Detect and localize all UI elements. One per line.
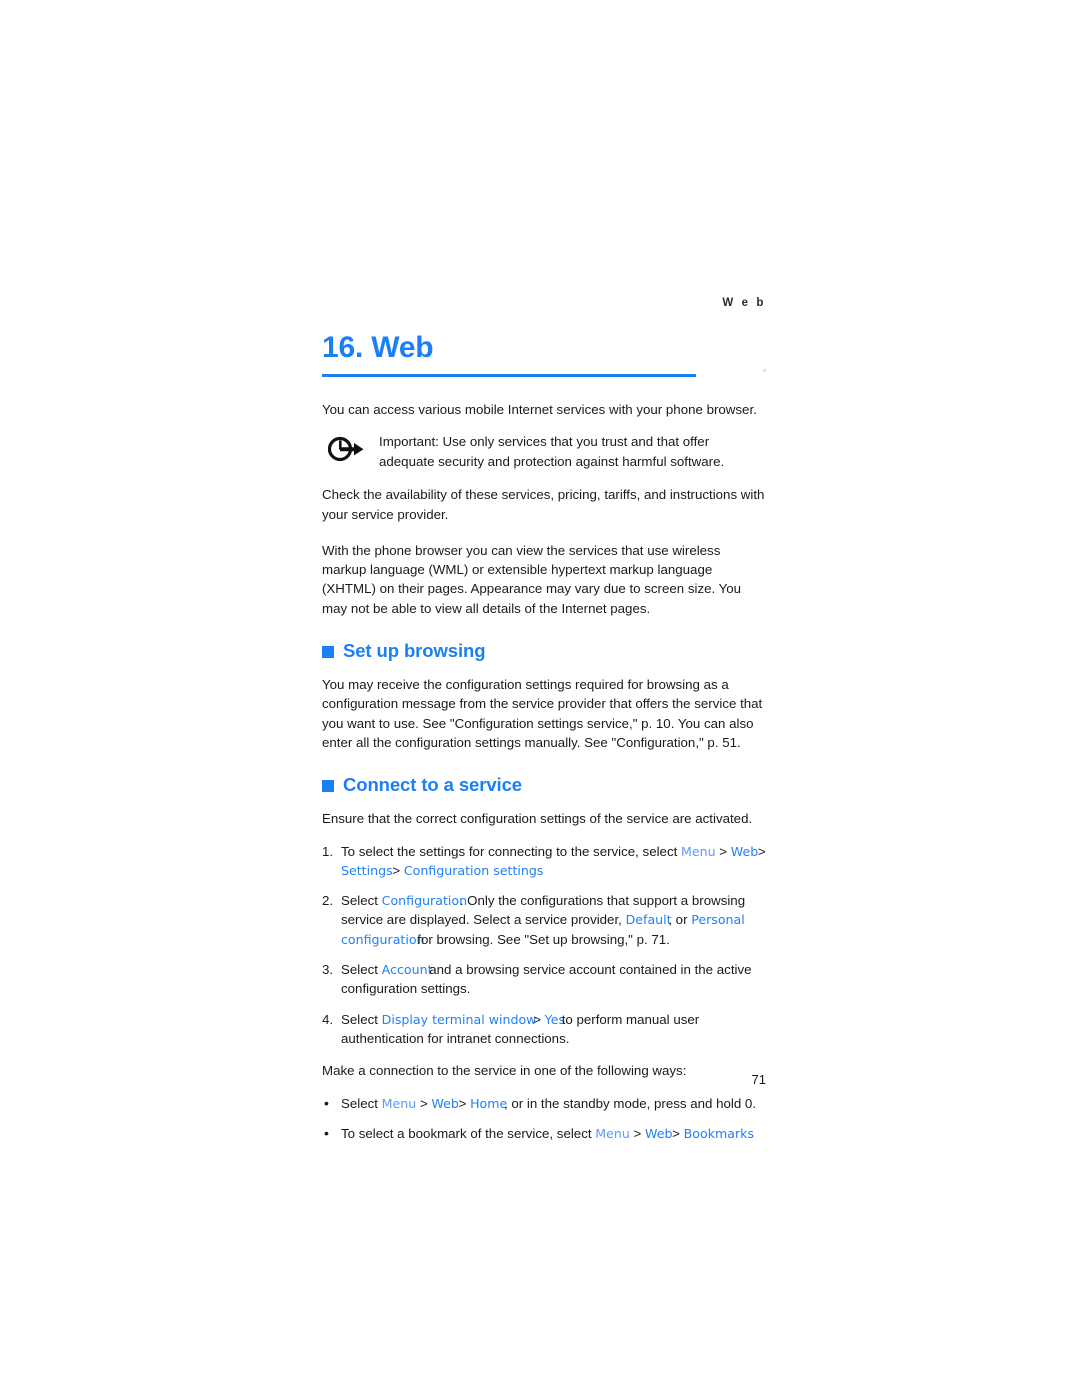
chapter-title: 16. Web [322, 331, 434, 364]
step-text: Select [341, 962, 378, 978]
list-marker: 2. [322, 893, 334, 909]
list-item: • Select Menu > Web > Home , or in the s… [322, 1094, 768, 1113]
connect-steps-list: 1. To select the settings for connecting… [322, 842, 768, 1049]
path-separator: > [458, 1095, 467, 1111]
page-number: 71 [751, 1072, 766, 1087]
intro-paragraph: You can access various mobile Internet s… [322, 402, 757, 417]
bullet-marker: • [324, 1094, 329, 1111]
path-separator: > [757, 843, 766, 859]
square-bullet-icon [322, 780, 334, 793]
way-text: Select [341, 1095, 378, 1111]
circle-arrow-icon [326, 434, 366, 464]
ui-ref-web[interactable]: Web [431, 1096, 458, 1111]
step-text: , or [668, 912, 688, 928]
ui-ref-settings[interactable]: Settings [341, 863, 393, 878]
list-marker: 4. [322, 1011, 334, 1027]
path-separator: > [533, 1011, 541, 1027]
availability-paragraph: Check the availability of these services… [322, 487, 765, 522]
ui-ref-account[interactable]: Account [382, 962, 433, 977]
list-item: 1. To select the settings for connecting… [322, 842, 768, 881]
heading-connect-to-a-service-label: Connect to a service [343, 774, 522, 796]
ui-ref-web[interactable]: Web [645, 1126, 672, 1141]
way-text: , or in the standby mode, press and hold… [503, 1095, 757, 1111]
step-text: Select [341, 893, 378, 909]
heading-connect-to-a-service: Connect to a service [322, 774, 768, 796]
list-marker: 3. [322, 962, 334, 978]
path-separator: > [672, 1125, 680, 1141]
ui-ref-home[interactable]: Home [470, 1096, 507, 1111]
step-text: Select [341, 1011, 378, 1027]
bullet-marker: • [324, 1124, 329, 1141]
page-artifact-speck [763, 369, 766, 372]
ui-ref-configuration[interactable]: Configuration [382, 893, 467, 908]
ui-ref-menu[interactable]: Menu [382, 1096, 417, 1111]
square-bullet-icon [322, 646, 334, 659]
connect-intro-paragraph: Ensure that the correct configuration se… [322, 811, 753, 827]
ui-ref-configuration-settings[interactable]: Configuration settings [404, 863, 544, 878]
running-header: W e b [722, 297, 766, 309]
ui-ref-menu[interactable]: Menu [681, 844, 716, 859]
important-note-text: Important: Use only services that you tr… [379, 434, 725, 469]
ui-ref-default[interactable]: Default [626, 912, 672, 927]
ui-ref-menu[interactable]: Menu [595, 1126, 630, 1141]
path-separator: > [419, 1095, 428, 1111]
path-separator: > [392, 862, 401, 878]
ui-ref-bookmarks[interactable]: Bookmarks [684, 1126, 754, 1141]
list-item: 2. Select Configuration . Only the confi… [322, 891, 768, 949]
document-page: W e b 16. Web You can access various mob… [0, 0, 1080, 1397]
list-marker: 1. [322, 843, 334, 859]
important-note: Important: Use only services that you tr… [322, 432, 768, 472]
connection-ways-list: • Select Menu > Web > Home , or in the s… [322, 1094, 768, 1144]
markup-paragraph: With the phone browser you can view the … [322, 542, 742, 616]
heading-set-up-browsing-label: Set up browsing [343, 640, 486, 662]
way-text: To select a bookmark of the service, sel… [341, 1125, 592, 1141]
step-text: for browsing. See "Set up browsing," p. … [417, 931, 670, 947]
list-item: 3. Select Account and a browsing service… [322, 960, 768, 999]
set-up-browsing-paragraph: You may receive the configuration settin… [322, 677, 763, 750]
chapter-title-rule [322, 374, 696, 377]
list-item: • To select a bookmark of the service, s… [322, 1124, 768, 1143]
heading-set-up-browsing: Set up browsing [322, 640, 768, 662]
ui-ref-web[interactable]: Web [731, 844, 758, 859]
list-item: 4. Select Display terminal window > Yes … [322, 1010, 768, 1049]
page-content: You can access various mobile Internet s… [322, 400, 768, 1143]
ui-ref-display-terminal-window[interactable]: Display terminal window [382, 1012, 537, 1027]
path-separator: > [633, 1125, 642, 1141]
step-text: To select the settings for connecting to… [341, 843, 678, 859]
path-separator: > [719, 843, 728, 859]
